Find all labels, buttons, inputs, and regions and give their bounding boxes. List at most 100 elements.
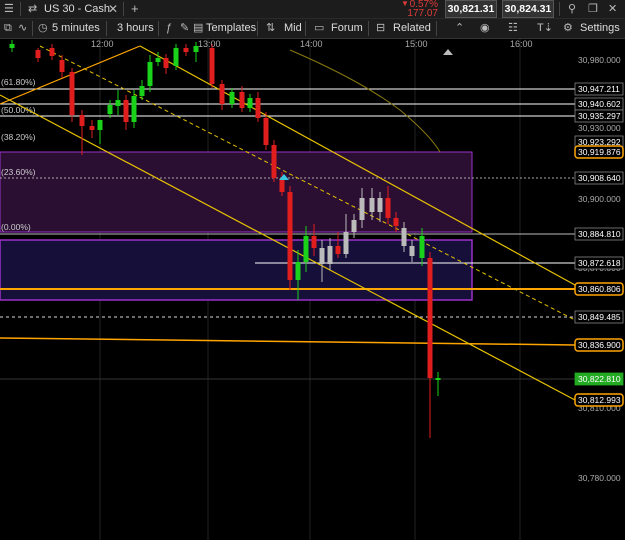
candle-body <box>229 92 235 104</box>
templates-icon[interactable]: ▤ <box>193 19 203 38</box>
time-label: 16:00 <box>510 39 533 49</box>
candle-body <box>123 100 129 122</box>
price-tag-label: 30,860.806 <box>578 284 621 294</box>
price-tag-label: 30,822.810 <box>578 374 621 384</box>
divider <box>559 2 560 16</box>
mid-icon[interactable]: ⇅ <box>266 19 275 38</box>
candle-body <box>385 198 391 218</box>
clock-icon[interactable]: ◷ <box>38 19 48 38</box>
text-tool-icon[interactable]: T⇣ <box>537 19 553 38</box>
mid-button[interactable]: Mid <box>284 19 302 38</box>
price-tag-label: 30,947.211 <box>578 84 620 94</box>
chevron-up-icon[interactable]: ⌃ <box>455 19 464 38</box>
candle-body <box>147 62 153 86</box>
candle-body <box>351 220 357 232</box>
swap-icon[interactable]: ⇄ <box>28 0 37 18</box>
top-toolbar: ☰ ⇄ US 30 - Cash ✕ + ▼ 0.57% 177.07 30,8… <box>0 0 625 19</box>
divider <box>20 2 21 16</box>
restore-window-icon[interactable]: ❐ <box>588 0 598 18</box>
price-tag-label: 30,872.618 <box>578 258 621 268</box>
divider <box>257 21 258 36</box>
candle-body <box>115 100 121 106</box>
candle-body <box>49 48 55 56</box>
candle-body <box>97 120 103 130</box>
candle-body <box>369 198 375 212</box>
candle-body <box>255 98 261 118</box>
price-tag-label: 30,908.640 <box>578 173 621 183</box>
close-tab-icon[interactable]: ✕ <box>108 0 118 18</box>
indicator-icon[interactable]: ƒ <box>166 19 172 38</box>
price-tag-label: 30,940.602 <box>578 99 621 109</box>
chart-type-icon[interactable]: ⧉ <box>4 19 12 38</box>
related-icon[interactable]: ⊟ <box>376 19 385 38</box>
candle-body <box>335 246 341 254</box>
candle-body <box>239 92 245 108</box>
time-label: 13:00 <box>198 39 221 49</box>
price-tag-label: 30,919.876 <box>578 147 621 157</box>
draw-tool-icon[interactable]: ✎ <box>180 19 189 38</box>
settings-button[interactable]: Settings <box>580 19 620 38</box>
divider <box>123 2 124 16</box>
candle-body <box>193 46 199 52</box>
candle-body <box>303 236 309 262</box>
fib-label: (23.60%) <box>1 167 36 177</box>
price-tag-label: 30,836.900 <box>578 340 621 350</box>
range-dropdown[interactable]: 3 hours <box>117 19 154 38</box>
fib-label: (38.20%) <box>1 132 36 142</box>
divider <box>368 21 369 36</box>
sell-price-button[interactable]: 30,821.31 <box>445 0 497 18</box>
forum-button[interactable]: Forum <box>331 19 363 38</box>
fib-label: (61.80%) <box>1 77 36 87</box>
candle-body <box>131 96 137 122</box>
candle-body <box>173 48 179 66</box>
candle-body <box>377 198 383 212</box>
candle-body <box>401 228 407 246</box>
candle-body <box>219 84 225 104</box>
price-tag-label: 30,884.810 <box>578 229 621 239</box>
candle-body <box>209 48 215 84</box>
hamburger-menu-icon[interactable]: ☰ <box>4 0 14 18</box>
forum-icon[interactable]: ▭ <box>314 19 324 38</box>
axis-tick: 30,980.000 <box>578 55 621 65</box>
settings-gear-icon[interactable]: ⚙ <box>563 19 573 38</box>
fib-zone-lower <box>0 239 473 301</box>
candle-body <box>79 115 85 126</box>
price-chart[interactable]: 12:00 13:00 14:00 15:00 16:00 (61.80%) (… <box>0 39 625 540</box>
axis-tick: 30,780.000 <box>578 473 621 483</box>
price-tag-label: 30,849.485 <box>578 312 621 322</box>
candle-body <box>279 178 285 192</box>
close-window-icon[interactable]: ✕ <box>608 0 617 18</box>
candle-body <box>89 126 95 130</box>
candle-body <box>435 378 441 380</box>
candle-body <box>311 236 317 248</box>
line-chart-icon[interactable]: ∿ <box>18 19 27 38</box>
candle-body <box>295 262 301 280</box>
time-label: 14:00 <box>300 39 323 49</box>
price-tag-label: 30,812.993 <box>578 395 621 405</box>
related-button[interactable]: Related <box>393 19 431 38</box>
axis-tick: 30,900.000 <box>578 194 621 204</box>
candle-body <box>9 44 15 48</box>
divider <box>106 21 107 36</box>
candle-body <box>69 72 75 115</box>
instrument-name[interactable]: US 30 - Cash <box>44 0 110 18</box>
down-arrow-icon: ▼ <box>401 0 409 8</box>
candle-body <box>263 118 269 145</box>
candle-body <box>327 246 333 264</box>
timeframe-dropdown[interactable]: 5 minutes <box>52 19 100 38</box>
candle-body <box>183 48 189 52</box>
candle-body <box>393 218 399 226</box>
change-absolute: 177.07 <box>407 8 438 19</box>
divider <box>436 21 437 36</box>
candle-body <box>427 258 433 378</box>
camera-icon[interactable]: ◉ <box>480 19 490 38</box>
add-tab-icon[interactable]: + <box>131 0 139 18</box>
time-label: 15:00 <box>405 39 428 49</box>
candle-body <box>59 60 65 72</box>
list-icon[interactable]: ☷ <box>508 19 518 38</box>
chart-toolbar: ⧉ ∿ ◷ 5 minutes 3 hours ƒ ✎ ▤ Templates … <box>0 19 625 39</box>
buy-price-button[interactable]: 30,824.31 <box>502 0 554 18</box>
templates-button[interactable]: Templates <box>206 19 256 38</box>
pin-icon[interactable]: ⚲ <box>568 0 576 18</box>
candle-body <box>247 98 253 108</box>
